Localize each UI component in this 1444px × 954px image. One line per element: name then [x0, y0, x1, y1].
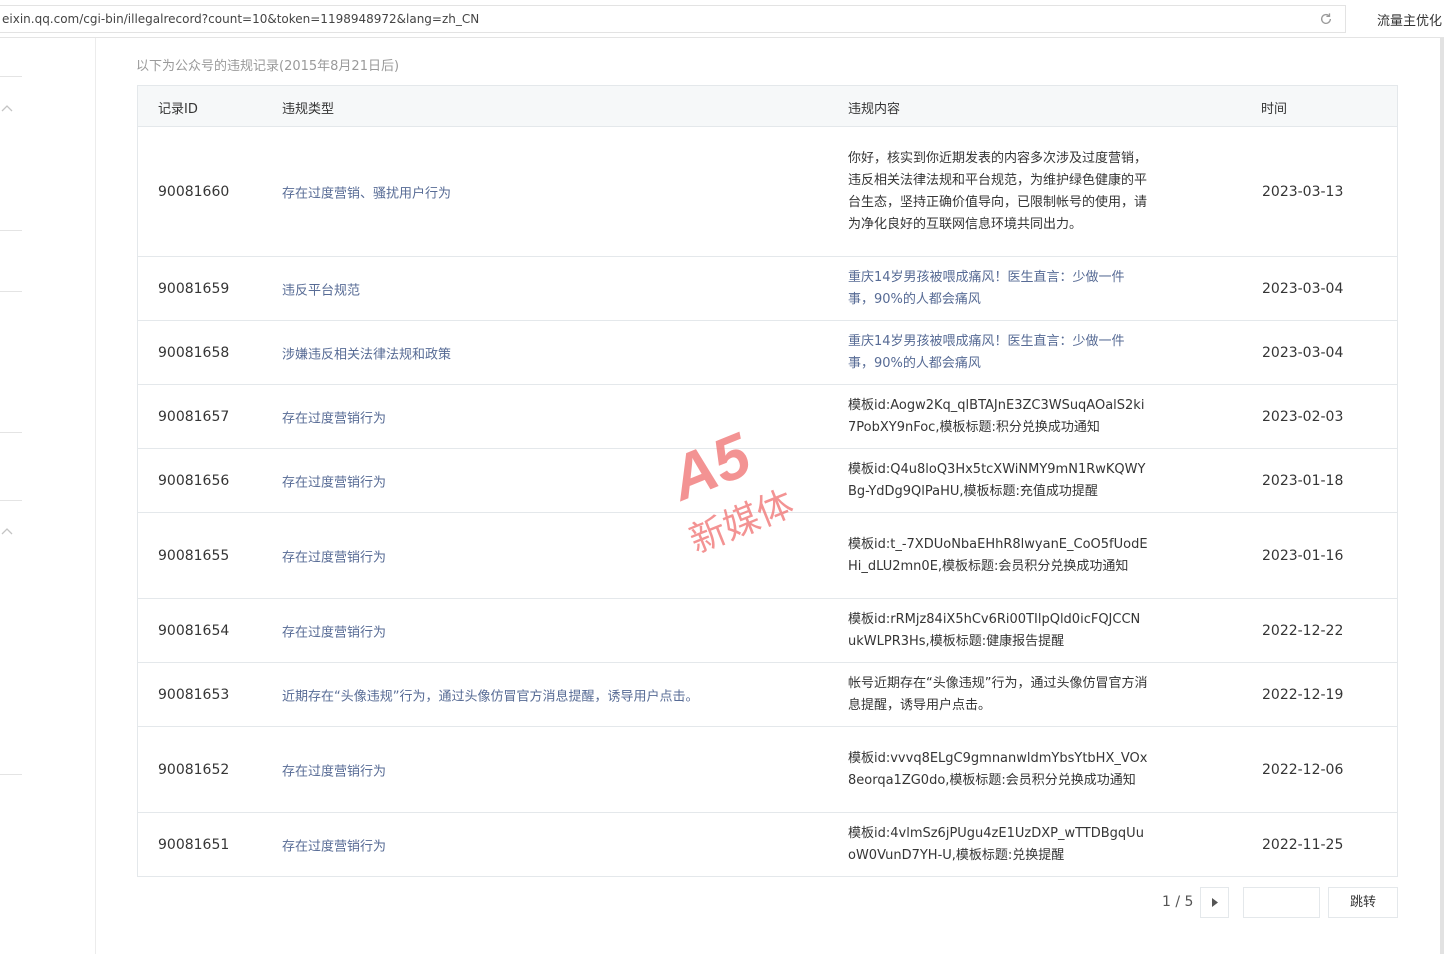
violation-type: 存在过度营销、骚扰用户行为 [282, 186, 452, 201]
record-id: 90081660 [158, 183, 230, 200]
scrollbar-track[interactable] [1440, 38, 1444, 954]
table-row: 90081654 存在过度营销行为 模板id:rRMjz84iX5hCv6Ri0… [138, 599, 1397, 663]
table-row: 90081658 涉嫌违反相关法律法规和政策 重庆14岁男孩被喂成痛风！医生直言… [138, 321, 1397, 385]
violation-content: 模板id:4vlmSz6jPUgu4zE1UzDXP_wTTDBgqUuoW0V… [848, 825, 1144, 863]
table-row: 90081660 存在过度营销、骚扰用户行为 你好，核实到你近期发表的内容多次涉… [138, 127, 1397, 257]
sidebar [0, 38, 96, 954]
violation-time: 2022-12-06 [1262, 761, 1344, 778]
table-row: 90081651 存在过度营销行为 模板id:4vlmSz6jPUgu4zE1U… [138, 813, 1397, 876]
table-row: 90081655 存在过度营销行为 模板id:t_-7XDUoNbaEHhR8l… [138, 513, 1397, 599]
sidebar-divider [0, 432, 22, 433]
violation-content: 模板id:Aogw2Kq_qlBTAJnE3ZC3WSuqAOalS2ki7Po… [848, 397, 1145, 435]
violation-type: 存在过度营销行为 [282, 839, 387, 854]
header-record-id: 记录ID [158, 102, 198, 117]
violation-type: 近期存在“头像违规”行为，通过头像仿冒官方消息提醒，诱导用户点击。 [282, 689, 699, 704]
main-content: 以下为公众号的违规记录(2015年8月21日后) 记录ID 违规类型 违规内容 … [96, 38, 1440, 954]
table-row: 90081653 近期存在“头像违规”行为，通过头像仿冒官方消息提醒，诱导用户点… [138, 663, 1397, 727]
header-violation-type: 违规类型 [282, 102, 335, 117]
sidebar-divider [0, 291, 22, 292]
violation-content: 帐号近期存在“头像违规”行为，通过头像仿冒官方消息提醒，诱导用户点击。 [848, 675, 1148, 713]
violation-content: 模板id:Q4u8loQ3Hx5tcXWiNMY9mN1RwKQWYBg-YdD… [848, 461, 1146, 499]
record-id: 90081655 [158, 547, 230, 564]
record-id: 90081659 [158, 280, 230, 297]
violation-content: 模板id:t_-7XDUoNbaEHhR8lwyanE_CoO5fUodEHi_… [848, 536, 1148, 574]
violation-time: 2023-01-18 [1262, 472, 1344, 489]
chevron-up-icon[interactable] [1, 527, 13, 535]
page-jump-input[interactable] [1243, 887, 1320, 918]
violation-time: 2023-03-13 [1262, 183, 1344, 200]
sidebar-divider [0, 500, 22, 501]
record-id: 90081653 [158, 686, 230, 703]
table-row: 90081652 存在过度营销行为 模板id:vvvq8ELgC9gmnanwl… [138, 727, 1397, 813]
violation-time: 2023-03-04 [1262, 280, 1344, 297]
extension-label[interactable]: 流量主优化 [1377, 10, 1442, 29]
table-row: 90081656 存在过度营销行为 模板id:Q4u8loQ3Hx5tcXWiN… [138, 449, 1397, 513]
record-id: 90081651 [158, 836, 230, 853]
violation-type: 存在过度营销行为 [282, 411, 387, 426]
record-id: 90081657 [158, 408, 230, 425]
table-header: 记录ID 违规类型 违规内容 时间 [138, 86, 1397, 127]
violation-type: 涉嫌违反相关法律法规和政策 [282, 347, 452, 362]
violation-type: 违反平台规范 [282, 283, 361, 298]
violation-type: 存在过度营销行为 [282, 625, 387, 640]
sidebar-divider [0, 76, 22, 77]
violation-time: 2022-12-22 [1262, 622, 1344, 639]
jump-button[interactable]: 跳转 [1328, 887, 1398, 918]
violation-time: 2023-02-03 [1262, 408, 1344, 425]
table-row: 90081659 违反平台规范 重庆14岁男孩被喂成痛风！医生直言：少做一件事，… [138, 257, 1397, 321]
browser-address-bar: eixin.qq.com/cgi-bin/illegalrecord?count… [0, 0, 1444, 38]
page-indicator: 1 / 5 [1162, 894, 1194, 910]
violation-content: 模板id:rRMjz84iX5hCv6Ri00TIlpQld0icFQJCCNu… [848, 611, 1141, 649]
violation-content-link[interactable]: 重庆14岁男孩被喂成痛风！医生直言：少做一件事，90%的人都会痛风 [848, 267, 1148, 311]
chevron-up-icon[interactable] [1, 104, 13, 112]
violation-content: 模板id:vvvq8ELgC9gmnanwldmYbsYtbHX_VOx8eor… [848, 750, 1148, 788]
record-id: 90081652 [158, 761, 230, 778]
violation-content-link[interactable]: 重庆14岁男孩被喂成痛风！医生直言：少做一件事，90%的人都会痛风 [848, 331, 1148, 375]
violation-content: 你好，核实到你近期发表的内容多次涉及过度营销，违反相关法律法规和平台规范，为维护… [848, 150, 1148, 232]
table-row: 90081657 存在过度营销行为 模板id:Aogw2Kq_qlBTAJnE3… [138, 385, 1397, 449]
sidebar-divider [0, 230, 22, 231]
violation-type: 存在过度营销行为 [282, 475, 387, 490]
violation-time: 2023-03-04 [1262, 344, 1344, 361]
violation-type: 存在过度营销行为 [282, 764, 387, 779]
sidebar-divider [0, 774, 22, 775]
record-id: 90081656 [158, 472, 230, 489]
reload-icon[interactable] [1319, 12, 1333, 26]
violation-type: 存在过度营销行为 [282, 550, 387, 565]
url-text[interactable]: eixin.qq.com/cgi-bin/illegalrecord?count… [2, 12, 479, 26]
url-field[interactable]: eixin.qq.com/cgi-bin/illegalrecord?count… [0, 5, 1346, 33]
header-violation-content: 违规内容 [848, 102, 901, 117]
next-page-button[interactable] [1200, 887, 1229, 918]
violation-time: 2022-11-25 [1262, 836, 1344, 853]
violation-time: 2022-12-19 [1262, 686, 1344, 703]
record-id: 90081654 [158, 622, 230, 639]
violation-table: 记录ID 违规类型 违规内容 时间 90081660 存在过度营销、骚扰用户行为… [137, 85, 1398, 877]
notice-text: 以下为公众号的违规记录(2015年8月21日后) [136, 59, 400, 74]
violation-time: 2023-01-16 [1262, 547, 1344, 564]
header-time: 时间 [1261, 102, 1288, 117]
chevron-right-icon [1212, 898, 1218, 907]
record-id: 90081658 [158, 344, 230, 361]
